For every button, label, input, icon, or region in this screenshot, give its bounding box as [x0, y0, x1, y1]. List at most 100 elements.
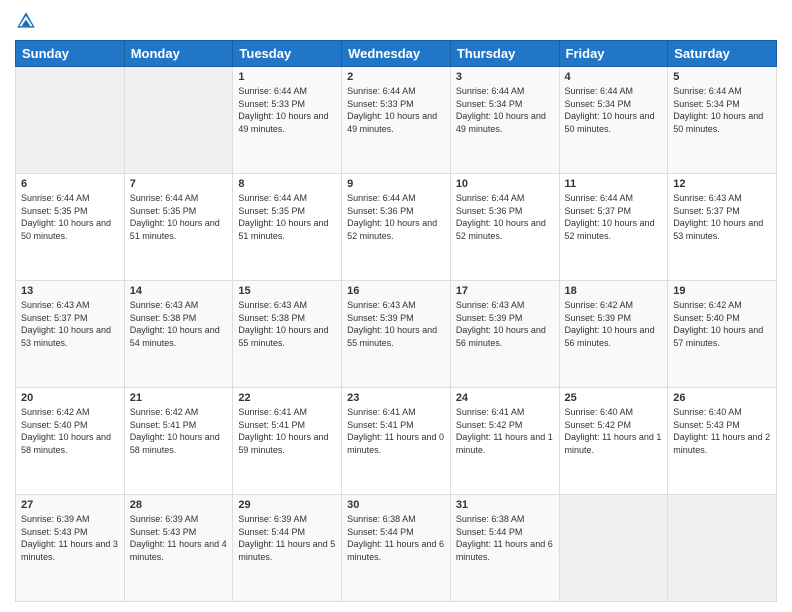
- calendar-cell: 19 Sunrise: 6:42 AM Sunset: 5:40 PM Dayli…: [668, 281, 777, 388]
- day-info: Sunrise: 6:44 AM Sunset: 5:33 PM Dayligh…: [347, 85, 445, 135]
- day-info: Sunrise: 6:42 AM Sunset: 5:39 PM Dayligh…: [565, 299, 663, 349]
- day-of-week-header: Monday: [124, 41, 233, 67]
- day-number: 1: [238, 71, 336, 83]
- day-info: Sunrise: 6:44 AM Sunset: 5:36 PM Dayligh…: [456, 192, 554, 242]
- calendar-cell: 15 Sunrise: 6:43 AM Sunset: 5:38 PM Dayli…: [233, 281, 342, 388]
- day-number: 21: [130, 392, 228, 404]
- day-info: Sunrise: 6:44 AM Sunset: 5:37 PM Dayligh…: [565, 192, 663, 242]
- calendar-cell: 17 Sunrise: 6:43 AM Sunset: 5:39 PM Dayli…: [450, 281, 559, 388]
- calendar-cell: 9 Sunrise: 6:44 AM Sunset: 5:36 PM Daylig…: [342, 174, 451, 281]
- calendar-week-row: 6 Sunrise: 6:44 AM Sunset: 5:35 PM Daylig…: [16, 174, 777, 281]
- day-info: Sunrise: 6:41 AM Sunset: 5:41 PM Dayligh…: [238, 406, 336, 456]
- day-number: 22: [238, 392, 336, 404]
- day-number: 9: [347, 178, 445, 190]
- day-info: Sunrise: 6:42 AM Sunset: 5:41 PM Dayligh…: [130, 406, 228, 456]
- day-info: Sunrise: 6:42 AM Sunset: 5:40 PM Dayligh…: [21, 406, 119, 456]
- day-number: 15: [238, 285, 336, 297]
- calendar-cell: 26 Sunrise: 6:40 AM Sunset: 5:43 PM Dayli…: [668, 388, 777, 495]
- calendar-cell: 22 Sunrise: 6:41 AM Sunset: 5:41 PM Dayli…: [233, 388, 342, 495]
- day-of-week-header: Saturday: [668, 41, 777, 67]
- day-info: Sunrise: 6:43 AM Sunset: 5:38 PM Dayligh…: [238, 299, 336, 349]
- calendar-cell: 18 Sunrise: 6:42 AM Sunset: 5:39 PM Dayli…: [559, 281, 668, 388]
- day-number: 7: [130, 178, 228, 190]
- day-number: 26: [673, 392, 771, 404]
- calendar-week-row: 27 Sunrise: 6:39 AM Sunset: 5:43 PM Dayli…: [16, 495, 777, 602]
- calendar-week-row: 20 Sunrise: 6:42 AM Sunset: 5:40 PM Dayli…: [16, 388, 777, 495]
- calendar-cell: 8Sunrise: 6:44 AM Sunset: 5:35 PM Daylig…: [233, 174, 342, 281]
- day-info: Sunrise: 6:43 AM Sunset: 5:37 PM Dayligh…: [21, 299, 119, 349]
- calendar-cell: 5Sunrise: 6:44 AM Sunset: 5:34 PM Daylig…: [668, 67, 777, 174]
- day-info: Sunrise: 6:42 AM Sunset: 5:40 PM Dayligh…: [673, 299, 771, 349]
- logo: [15, 10, 39, 32]
- calendar-cell: 28 Sunrise: 6:39 AM Sunset: 5:43 PM Dayli…: [124, 495, 233, 602]
- day-info: Sunrise: 6:44 AM Sunset: 5:34 PM Dayligh…: [456, 85, 554, 135]
- day-number: 6: [21, 178, 119, 190]
- calendar-cell: 27 Sunrise: 6:39 AM Sunset: 5:43 PM Dayli…: [16, 495, 125, 602]
- day-number: 17: [456, 285, 554, 297]
- calendar-cell: 1 Sunrise: 6:44 AM Sunset: 5:33 PM Daylig…: [233, 67, 342, 174]
- day-info: Sunrise: 6:38 AM Sunset: 5:44 PM Dayligh…: [347, 513, 445, 563]
- day-of-week-header: Tuesday: [233, 41, 342, 67]
- calendar-cell: 24 Sunrise: 6:41 AM Sunset: 5:42 PM Dayli…: [450, 388, 559, 495]
- day-number: 2: [347, 71, 445, 83]
- calendar-cell: 25 Sunrise: 6:40 AM Sunset: 5:42 PM Dayli…: [559, 388, 668, 495]
- day-number: 16: [347, 285, 445, 297]
- calendar-cell: 6 Sunrise: 6:44 AM Sunset: 5:35 PM Daylig…: [16, 174, 125, 281]
- calendar-cell: 14Sunrise: 6:43 AM Sunset: 5:38 PM Dayli…: [124, 281, 233, 388]
- day-of-week-header: Thursday: [450, 41, 559, 67]
- day-info: Sunrise: 6:40 AM Sunset: 5:43 PM Dayligh…: [673, 406, 771, 456]
- day-number: 23: [347, 392, 445, 404]
- calendar-cell: 20 Sunrise: 6:42 AM Sunset: 5:40 PM Dayli…: [16, 388, 125, 495]
- day-info: Sunrise: 6:41 AM Sunset: 5:42 PM Dayligh…: [456, 406, 554, 456]
- calendar-cell: 29Sunrise: 6:39 AM Sunset: 5:44 PM Dayli…: [233, 495, 342, 602]
- day-number: 3: [456, 71, 554, 83]
- calendar-cell: 21 Sunrise: 6:42 AM Sunset: 5:41 PM Dayli…: [124, 388, 233, 495]
- calendar-week-row: 1 Sunrise: 6:44 AM Sunset: 5:33 PM Daylig…: [16, 67, 777, 174]
- day-number: 30: [347, 499, 445, 511]
- header: [15, 10, 777, 32]
- day-info: Sunrise: 6:43 AM Sunset: 5:39 PM Dayligh…: [456, 299, 554, 349]
- day-info: Sunrise: 6:44 AM Sunset: 5:35 PM Dayligh…: [238, 192, 336, 242]
- day-number: 25: [565, 392, 663, 404]
- day-info: Sunrise: 6:39 AM Sunset: 5:43 PM Dayligh…: [130, 513, 228, 563]
- day-number: 10: [456, 178, 554, 190]
- calendar-cell: 12Sunrise: 6:43 AM Sunset: 5:37 PM Dayli…: [668, 174, 777, 281]
- day-info: Sunrise: 6:41 AM Sunset: 5:41 PM Dayligh…: [347, 406, 445, 456]
- day-number: 27: [21, 499, 119, 511]
- page: SundayMondayTuesdayWednesdayThursdayFrid…: [0, 0, 792, 612]
- calendar-cell: 13Sunrise: 6:43 AM Sunset: 5:37 PM Dayli…: [16, 281, 125, 388]
- day-number: 20: [21, 392, 119, 404]
- day-info: Sunrise: 6:39 AM Sunset: 5:44 PM Dayligh…: [238, 513, 336, 563]
- day-info: Sunrise: 6:38 AM Sunset: 5:44 PM Dayligh…: [456, 513, 554, 563]
- day-number: 24: [456, 392, 554, 404]
- day-info: Sunrise: 6:43 AM Sunset: 5:39 PM Dayligh…: [347, 299, 445, 349]
- calendar-cell: 2 Sunrise: 6:44 AM Sunset: 5:33 PM Daylig…: [342, 67, 451, 174]
- calendar-cell: 10 Sunrise: 6:44 AM Sunset: 5:36 PM Dayli…: [450, 174, 559, 281]
- day-info: Sunrise: 6:44 AM Sunset: 5:35 PM Dayligh…: [130, 192, 228, 242]
- day-number: 18: [565, 285, 663, 297]
- calendar-cell: [559, 495, 668, 602]
- calendar-cell: 11Sunrise: 6:44 AM Sunset: 5:37 PM Dayli…: [559, 174, 668, 281]
- calendar-cell: 30 Sunrise: 6:38 AM Sunset: 5:44 PM Dayli…: [342, 495, 451, 602]
- calendar-cell: 4 Sunrise: 6:44 AM Sunset: 5:34 PM Daylig…: [559, 67, 668, 174]
- day-info: Sunrise: 6:44 AM Sunset: 5:35 PM Dayligh…: [21, 192, 119, 242]
- day-number: 28: [130, 499, 228, 511]
- day-number: 19: [673, 285, 771, 297]
- day-number: 5: [673, 71, 771, 83]
- calendar-cell: 7 Sunrise: 6:44 AM Sunset: 5:35 PM Daylig…: [124, 174, 233, 281]
- calendar-header-row: SundayMondayTuesdayWednesdayThursdayFrid…: [16, 41, 777, 67]
- day-of-week-header: Wednesday: [342, 41, 451, 67]
- calendar-cell: 16 Sunrise: 6:43 AM Sunset: 5:39 PM Dayli…: [342, 281, 451, 388]
- calendar-cell: [16, 67, 125, 174]
- day-info: Sunrise: 6:39 AM Sunset: 5:43 PM Dayligh…: [21, 513, 119, 563]
- day-info: Sunrise: 6:43 AM Sunset: 5:38 PM Dayligh…: [130, 299, 228, 349]
- day-info: Sunrise: 6:44 AM Sunset: 5:34 PM Dayligh…: [565, 85, 663, 135]
- day-info: Sunrise: 6:44 AM Sunset: 5:36 PM Dayligh…: [347, 192, 445, 242]
- logo-icon: [15, 10, 37, 32]
- calendar-cell: 23 Sunrise: 6:41 AM Sunset: 5:41 PM Dayli…: [342, 388, 451, 495]
- day-number: 4: [565, 71, 663, 83]
- day-of-week-header: Sunday: [16, 41, 125, 67]
- day-number: 31: [456, 499, 554, 511]
- day-info: Sunrise: 6:40 AM Sunset: 5:42 PM Dayligh…: [565, 406, 663, 456]
- day-info: Sunrise: 6:44 AM Sunset: 5:33 PM Dayligh…: [238, 85, 336, 135]
